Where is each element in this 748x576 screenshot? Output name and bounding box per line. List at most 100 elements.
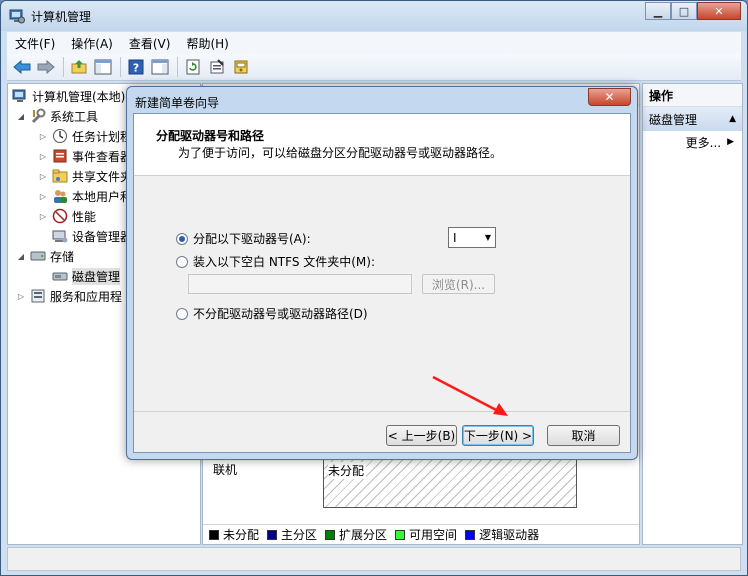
expand-triangle-icon[interactable]: ▷ <box>38 192 48 201</box>
legend-free-space: 可用空间 <box>395 526 457 543</box>
toolbar-separator <box>120 57 121 77</box>
tree-item-event-viewer[interactable]: ▷ 事件查看器 <box>38 146 132 166</box>
tree-label: 任务计划程 <box>72 129 133 144</box>
option-no-letter[interactable]: 不分配驱动器号或驱动器路径(D) <box>176 305 368 322</box>
option-label: 分配以下驱动器号(A): <box>193 232 311 246</box>
drive-letter-value: I <box>453 230 457 245</box>
unallocated-volume[interactable]: 未分配 <box>323 456 577 508</box>
tree-item-performance[interactable]: ▷ 性能 <box>38 206 96 226</box>
title-bar: 计算机管理 ▁ □ ✕ <box>1 1 747 31</box>
actions-section-disk-management[interactable]: 磁盘管理 ▲ <box>643 107 742 131</box>
tree-item-task-scheduler[interactable]: ▷ 任务计划程 <box>38 126 132 146</box>
disk-legend: 未分配 主分区 扩展分区 可用空间 逻辑驱动器 <box>203 524 639 544</box>
menu-help[interactable]: 帮助(H) <box>178 35 236 52</box>
expand-triangle-icon[interactable]: ▷ <box>38 212 48 221</box>
wizard-heading: 分配驱动器号和路径 <box>156 129 265 143</box>
legend-logical: 逻辑驱动器 <box>465 526 539 543</box>
properties-icon[interactable] <box>206 56 228 78</box>
radio-no-letter[interactable] <box>176 307 188 320</box>
expand-triangle-icon[interactable]: ▷ <box>38 132 48 141</box>
close-button[interactable]: ✕ <box>697 2 741 20</box>
actions-pane: 操作 磁盘管理 ▲ 更多... ▶ <box>642 83 743 545</box>
radio-assign-letter[interactable] <box>176 232 188 245</box>
services-icon <box>30 288 46 304</box>
window-title: 计算机管理 <box>31 10 92 24</box>
back-arrow-icon[interactable] <box>11 56 33 78</box>
tree-item-root[interactable]: 计算机管理(本地) <box>12 86 125 106</box>
expand-triangle-icon[interactable]: ▷ <box>38 172 48 181</box>
toolbar-separator <box>177 57 178 77</box>
maximize-button[interactable]: □ <box>671 2 697 20</box>
legend-primary: 主分区 <box>267 526 317 543</box>
tree-label: 共享文件夹 <box>72 169 133 184</box>
menu-view[interactable]: 查看(V) <box>121 35 179 52</box>
wizard-close-button[interactable]: ✕ <box>588 88 631 106</box>
back-button[interactable]: < 上一步(B) <box>386 425 457 446</box>
storage-icon <box>30 248 46 264</box>
help-icon[interactable]: ? <box>125 56 147 78</box>
volume-label: 未分配 <box>328 462 367 479</box>
option-label: 不分配驱动器号或驱动器路径(D) <box>193 307 368 321</box>
chevron-right-icon: ▶ <box>727 137 734 147</box>
expand-triangle-icon[interactable]: ▷ <box>38 152 48 161</box>
tree-item-local-users[interactable]: ▷ 本地用户和 <box>38 186 132 206</box>
option-mount-folder[interactable]: 装入以下空白 NTFS 文件夹中(M): <box>176 253 375 270</box>
drive-letter-select[interactable]: I ▼ <box>448 227 496 248</box>
legend-unallocated: 未分配 <box>209 526 259 543</box>
wizard-title: 新建简单卷向导 <box>135 96 220 110</box>
legend-swatch <box>325 529 336 540</box>
tree-label: 计算机管理(本地) <box>32 89 126 104</box>
expand-triangle-icon[interactable]: ▷ <box>16 292 26 301</box>
tree-item-disk-management[interactable]: 磁盘管理 <box>52 266 121 286</box>
legend-swatch <box>395 529 406 540</box>
wizard-title-bar: 新建简单卷向导 ✕ <box>127 87 637 113</box>
computer-management-icon <box>9 8 25 24</box>
show-hide-tree-icon[interactable] <box>92 56 114 78</box>
disk-settings-icon[interactable] <box>230 56 252 78</box>
show-hide-action-pane-icon[interactable] <box>149 56 171 78</box>
legend-swatch <box>209 529 219 540</box>
tree-label: 系统工具 <box>50 109 99 124</box>
toolbar-separator <box>63 57 64 77</box>
minimize-button[interactable]: ▁ <box>645 2 671 20</box>
actions-section-label: 磁盘管理 <box>649 112 698 127</box>
shared-folder-icon <box>52 168 68 184</box>
tree-label: 存储 <box>50 249 75 264</box>
browse-button[interactable]: 浏览(R)... <box>422 274 495 294</box>
tree-item-shared-folders[interactable]: ▷ 共享文件夹 <box>38 166 132 186</box>
collapse-up-icon[interactable]: ▲ <box>729 114 736 124</box>
dropdown-arrow-icon: ▼ <box>484 233 491 242</box>
actions-more-label: 更多... <box>685 135 722 150</box>
up-folder-icon[interactable] <box>68 56 90 78</box>
radio-mount-folder[interactable] <box>176 255 188 268</box>
tree-item-system-tools[interactable]: ◢ 系统工具 <box>16 106 98 126</box>
option-label: 装入以下空白 NTFS 文件夹中(M): <box>193 255 376 269</box>
wizard-body: 分配驱动器号和路径 为了便于访问，可以给磁盘分区分配驱动器号或驱动器路径。 分配… <box>133 113 631 453</box>
tree-label: 事件查看器 <box>72 149 133 164</box>
collapse-triangle-icon[interactable]: ◢ <box>16 112 26 121</box>
tree-label: 设备管理器 <box>72 229 133 244</box>
actions-more[interactable]: 更多... ▶ <box>643 131 742 153</box>
tree-item-storage[interactable]: ◢ 存储 <box>16 246 74 266</box>
tree-item-services-apps[interactable]: ▷ 服务和应用程 <box>16 286 122 306</box>
option-assign-letter[interactable]: 分配以下驱动器号(A): <box>176 230 311 247</box>
tree-item-device-manager[interactable]: 设备管理器 <box>52 226 132 246</box>
legend-label: 主分区 <box>281 528 318 542</box>
legend-swatch <box>267 529 278 540</box>
toolbar: ? <box>7 54 741 81</box>
cancel-button[interactable]: 取消 <box>547 425 620 446</box>
refresh-icon[interactable] <box>182 56 204 78</box>
next-button[interactable]: 下一步(N) > <box>462 425 534 446</box>
disk-status-label: 联机 <box>213 463 238 477</box>
wizard-header: 分配驱动器号和路径 为了便于访问，可以给磁盘分区分配驱动器号或驱动器路径。 <box>134 114 630 176</box>
folder-path-input[interactable] <box>188 274 412 294</box>
legend-label: 可用空间 <box>409 528 458 542</box>
actions-header: 操作 <box>643 84 742 107</box>
tree-label: 性能 <box>72 209 97 224</box>
computer-management-icon <box>12 88 28 104</box>
collapse-triangle-icon[interactable]: ◢ <box>16 252 26 261</box>
forward-arrow-icon[interactable] <box>35 56 57 78</box>
menu-action[interactable]: 操作(A) <box>63 35 121 52</box>
menu-file[interactable]: 文件(F) <box>7 35 63 52</box>
legend-label: 未分配 <box>223 528 260 542</box>
